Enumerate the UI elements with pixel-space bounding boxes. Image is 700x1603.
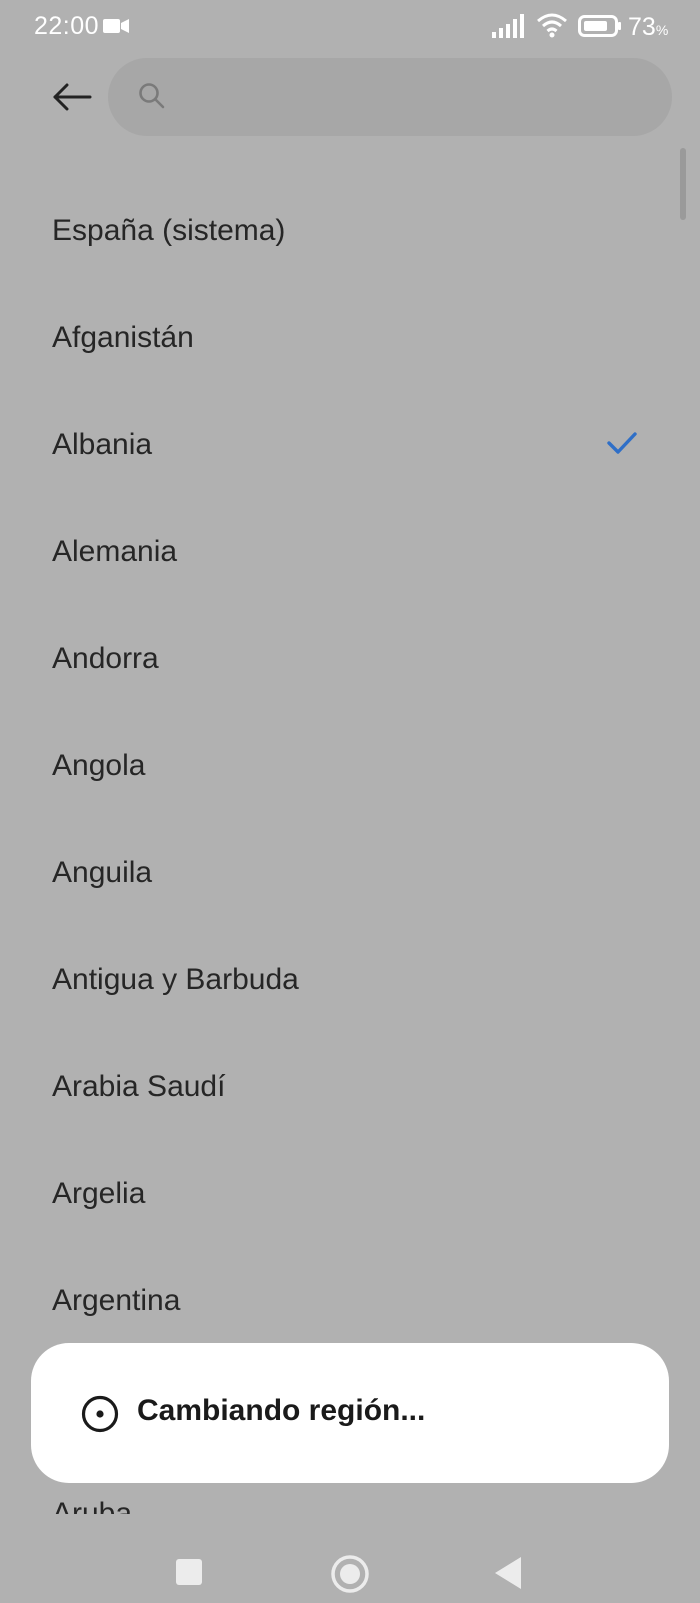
region-item[interactable]: Alemania bbox=[0, 501, 700, 608]
region-list: España (sistema) Afganistán Albania Alem… bbox=[0, 180, 700, 1357]
region-label: Argentina bbox=[52, 1284, 181, 1317]
region-label: España (sistema) bbox=[52, 214, 286, 247]
region-item[interactable]: Angola bbox=[0, 715, 700, 822]
back-arrow-icon bbox=[53, 83, 92, 111]
region-label: Alemania bbox=[52, 535, 178, 568]
region-label: Arabia Saudí bbox=[52, 1070, 226, 1103]
back-triangle-icon[interactable] bbox=[494, 1556, 522, 1590]
home-icon[interactable] bbox=[330, 1554, 370, 1594]
region-item[interactable]: Antigua y Barbuda bbox=[0, 929, 700, 1036]
search-box[interactable] bbox=[108, 58, 672, 136]
status-time: 22:00 bbox=[34, 12, 100, 40]
region-item-selected[interactable]: Albania bbox=[0, 394, 700, 501]
region-label: Albania bbox=[52, 428, 153, 461]
recents-icon[interactable] bbox=[175, 1558, 203, 1586]
progress-toast: Cambiando región... bbox=[31, 1343, 669, 1483]
region-item[interactable]: España (sistema) bbox=[0, 180, 700, 287]
region-item-partial[interactable]: Aruba bbox=[52, 1496, 132, 1514]
region-item[interactable]: Argelia bbox=[0, 1143, 700, 1250]
loading-spinner-icon bbox=[81, 1395, 119, 1433]
region-item[interactable]: Andorra bbox=[0, 608, 700, 715]
toast-message: Cambiando región... bbox=[137, 1394, 426, 1427]
back-button[interactable] bbox=[46, 74, 98, 120]
status-bar: 22:00 73% bbox=[0, 0, 700, 54]
region-item[interactable]: Argentina bbox=[0, 1250, 700, 1357]
region-label: Afganistán bbox=[52, 321, 194, 354]
region-label: Andorra bbox=[52, 642, 159, 675]
wifi-icon bbox=[537, 13, 567, 38]
battery-percent: 73% bbox=[628, 13, 669, 41]
region-item[interactable]: Anguila bbox=[0, 822, 700, 929]
region-label: Angola bbox=[52, 749, 146, 782]
battery-icon bbox=[578, 15, 621, 37]
search-icon bbox=[139, 83, 165, 109]
navigation-bar bbox=[0, 1520, 700, 1603]
signal-icon bbox=[492, 14, 524, 38]
region-label: Argelia bbox=[52, 1177, 146, 1210]
check-icon bbox=[607, 432, 637, 454]
region-item[interactable]: Afganistán bbox=[0, 287, 700, 394]
region-label: Anguila bbox=[52, 856, 153, 889]
region-label: Antigua y Barbuda bbox=[52, 963, 299, 996]
video-camera-icon bbox=[103, 19, 129, 33]
search-input[interactable] bbox=[180, 72, 654, 124]
region-item[interactable]: Arabia Saudí bbox=[0, 1036, 700, 1143]
